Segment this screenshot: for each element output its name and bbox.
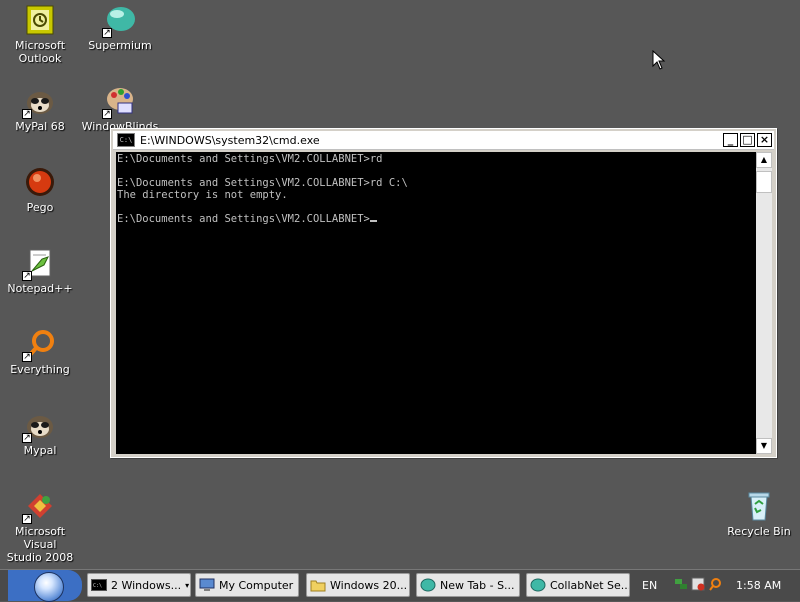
taskbar-button-label: New Tab - S... <box>440 578 515 592</box>
taskbar: C:\ 2 Windows... ▾ My Computer Windows 2… <box>0 569 800 602</box>
computer-icon <box>199 577 215 593</box>
desktop-icon-recycle-bin[interactable]: Recycle Bin <box>719 490 799 538</box>
palette-icon: ↗ <box>102 85 136 119</box>
network-icon[interactable] <box>674 577 688 591</box>
text-cursor <box>369 220 377 222</box>
system-tray: EN 1:58 AM <box>632 570 800 601</box>
taskbar-button-label: 2 Windows... <box>111 578 182 592</box>
desktop-icon-label: Microsoft Visual <box>14 525 66 551</box>
shortcut-arrow-icon: ↗ <box>102 109 112 119</box>
scroll-up-arrow-icon[interactable]: ▲ <box>756 152 772 168</box>
desktop-icon-label: Supermium <box>88 39 152 52</box>
taskbar-button-folder[interactable]: Windows 20... <box>306 573 410 597</box>
supermium-icon <box>530 577 546 593</box>
cmd-titlebar[interactable]: C:\ E:\WINDOWS\system32\cmd.exe _ □ × <box>113 131 774 150</box>
scrollbar-thumb[interactable] <box>756 171 772 193</box>
svg-text:C:\: C:\ <box>93 583 102 589</box>
desktop-icon-everything[interactable]: ↗ Everything <box>0 328 80 376</box>
scroll-down-arrow-icon[interactable]: ▼ <box>756 438 772 454</box>
desktop-icon-label: Studio 2008 <box>6 551 74 564</box>
pego-icon <box>24 166 56 198</box>
console-output[interactable]: E:\Documents and Settings\VM2.COLLABNET>… <box>116 152 756 454</box>
desktop-icon-label: MyPal 68 <box>15 120 65 133</box>
taskbar-button-label: CollabNet Se... <box>550 578 630 592</box>
shortcut-arrow-icon: ↗ <box>102 28 112 38</box>
minimize-button[interactable]: _ <box>723 133 738 147</box>
desktop-icon-supermium[interactable]: ↗ Supermium <box>80 4 160 52</box>
console-line: The directory is not empty. <box>117 189 288 201</box>
desktop-icon-label: Notepad++ <box>7 282 73 295</box>
taskbar-button-label: Windows 20... <box>330 578 408 592</box>
raccoon-icon: ↗ <box>22 409 56 443</box>
shortcut-arrow-icon: ↗ <box>22 433 32 443</box>
recycle-bin-icon <box>743 490 775 522</box>
magnifier-icon: ↗ <box>22 328 56 362</box>
desktop-icon-label: Recycle Bin <box>727 525 791 538</box>
shortcut-arrow-icon: ↗ <box>22 271 32 281</box>
chevron-down-icon: ▾ <box>185 580 190 590</box>
desktop-icon-pego[interactable]: Pego <box>0 166 80 214</box>
language-indicator[interactable]: EN <box>642 579 657 592</box>
shortcut-arrow-icon: ↗ <box>22 514 32 524</box>
console-prompt: E:\Documents and Settings\VM2.COLLABNET> <box>117 213 370 225</box>
desktop-icon-visual-studio[interactable]: ↗ Microsoft Visual Studio 2008 <box>0 490 80 564</box>
close-button[interactable]: × <box>757 133 772 147</box>
supermium-icon <box>420 577 436 593</box>
supermium-icon: ↗ <box>102 4 136 38</box>
raccoon-icon: ↗ <box>22 85 56 119</box>
cmd-icon: C:\ <box>91 577 107 593</box>
windows-logo-icon <box>34 572 64 602</box>
desktop-icon-label: Pego <box>26 201 54 214</box>
everything-tray-icon[interactable] <box>708 577 722 591</box>
mouse-pointer-icon <box>652 49 666 70</box>
cmd-icon[interactable]: C:\ <box>117 133 135 147</box>
desktop-icon-notepadpp[interactable]: ↗ Notepad++ <box>0 247 80 295</box>
desktop-icon-label: Microsoft <box>14 39 66 52</box>
security-alert-icon[interactable] <box>691 577 705 591</box>
notepad-icon: ↗ <box>22 247 56 281</box>
visual-studio-icon: ↗ <box>22 490 56 524</box>
taskbar-button-label: My Computer <box>219 578 294 592</box>
taskbar-button-collabnet[interactable]: CollabNet Se... <box>526 573 630 597</box>
desktop-icon-mypal[interactable]: ↗ Mypal <box>0 409 80 457</box>
desktop-icon-mypal68[interactable]: ↗ MyPal 68 <box>0 85 80 133</box>
console-line: E:\Documents and Settings\VM2.COLLABNET>… <box>117 177 408 189</box>
desktop-icon-outlook[interactable]: Microsoft Outlook <box>0 4 80 65</box>
outlook-icon <box>24 4 56 36</box>
maximize-button[interactable]: □ <box>740 133 755 147</box>
shortcut-arrow-icon: ↗ <box>22 109 32 119</box>
start-button[interactable] <box>8 570 82 602</box>
taskbar-button-cmd-group[interactable]: C:\ 2 Windows... ▾ <box>87 573 191 597</box>
taskbar-button-new-tab[interactable]: New Tab - S... <box>416 573 520 597</box>
clock[interactable]: 1:58 AM <box>736 579 781 592</box>
shortcut-arrow-icon: ↗ <box>22 352 32 362</box>
folder-icon <box>310 577 326 593</box>
taskbar-button-my-computer[interactable]: My Computer <box>195 573 299 597</box>
desktop-icon-windowblinds[interactable]: ↗ WindowBlinds <box>80 85 160 133</box>
vertical-scrollbar[interactable]: ▲ ▼ <box>756 152 772 454</box>
cmd-window[interactable]: C:\ E:\WINDOWS\system32\cmd.exe _ □ × E:… <box>110 128 777 458</box>
desktop-icon-label: Outlook <box>18 52 62 65</box>
window-title: E:\WINDOWS\system32\cmd.exe <box>140 133 320 147</box>
console-line: E:\Documents and Settings\VM2.COLLABNET>… <box>117 153 383 165</box>
desktop-icon-label: Mypal <box>23 444 57 457</box>
desktop-icon-label: Everything <box>10 363 70 376</box>
